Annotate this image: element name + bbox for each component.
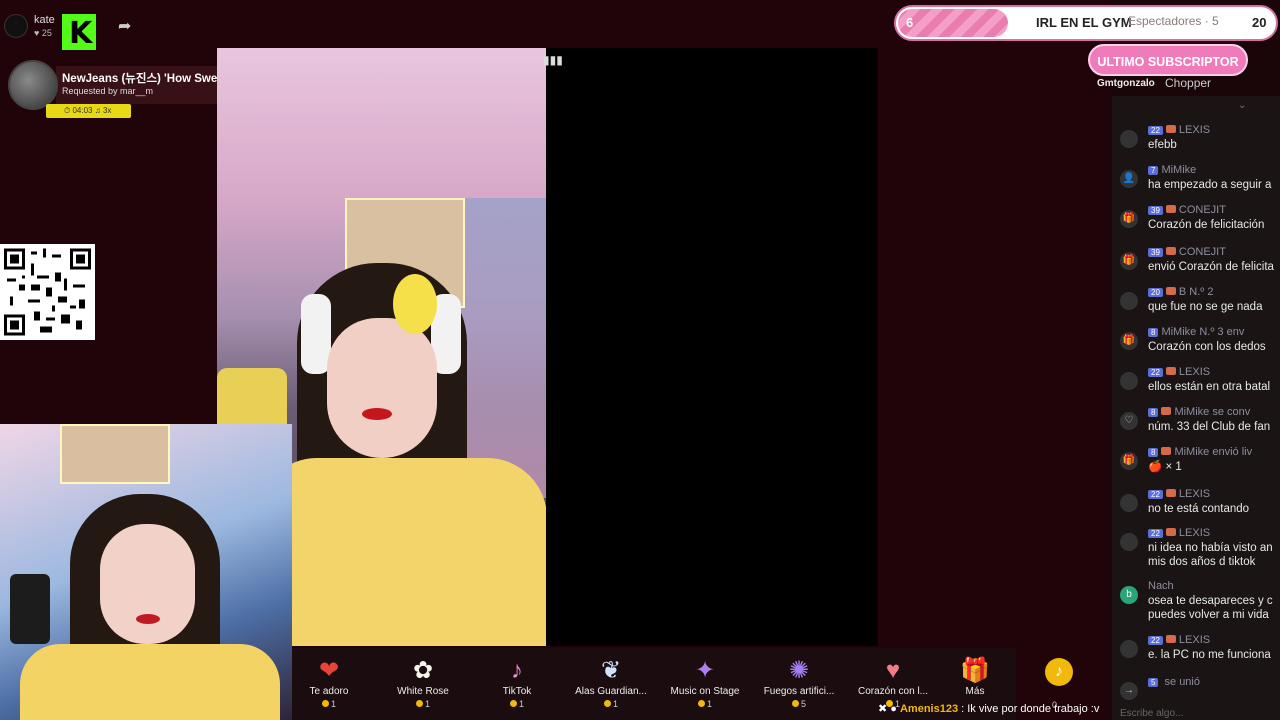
goal-progress-fill — [898, 9, 1008, 37]
chat-input[interactable]: Escribe algo... — [1120, 708, 1183, 719]
streamer-avatar[interactable] — [4, 14, 28, 38]
user-avatar[interactable] — [1120, 292, 1138, 310]
gift-alas-guardian[interactable]: ❦ Alas Guardian... 1 — [564, 656, 658, 720]
song-requester: Requested by mar__m — [62, 86, 154, 96]
gift-music-on-stage[interactable]: ✦ Music on Stage 1 — [658, 656, 752, 720]
gift-icon: 🎁 — [1120, 332, 1138, 350]
chevron-down-icon[interactable]: ⌄ — [1238, 100, 1246, 111]
gift-icon: ❦ — [600, 657, 622, 684]
fan-club-icon: ♡ — [1120, 412, 1138, 430]
goal-current: 6 — [906, 15, 914, 30]
streamer-chip[interactable]: kate ♥ 25 — [4, 12, 64, 40]
goal-bar: 6 IRL EN EL GYM 20 — [894, 5, 1278, 41]
last-subscriber-name-2: Chopper — [1165, 76, 1212, 90]
spectators-label[interactable]: Espectadores · 5 — [1128, 14, 1219, 28]
audio-bars-icon[interactable]: ▮▮▮ — [543, 53, 563, 67]
gift-icon: ✺ — [788, 657, 810, 684]
gift-icon: ♪ — [511, 657, 523, 684]
gift-icon: 🎁 — [1120, 210, 1138, 228]
user-avatar[interactable]: b — [1120, 586, 1138, 604]
follow-icon: 👤 — [1120, 170, 1138, 188]
pip-camera-feed — [0, 424, 292, 720]
share-icon[interactable]: ➦ — [118, 16, 131, 36]
streamer-likes: ♥ 25 — [34, 28, 52, 38]
last-subscriber-badge: ULTIMO SUBSCRIPTOR — [1088, 44, 1248, 76]
kick-logo: K — [62, 14, 96, 51]
user-avatar[interactable] — [1120, 494, 1138, 512]
user-avatar[interactable] — [1120, 640, 1138, 658]
last-subscriber-name: Gmtgonzalo — [1097, 78, 1155, 89]
gift-icon: ✿ — [412, 657, 434, 684]
goal-title: IRL EN EL GYM — [1036, 15, 1132, 30]
gift-te-adoro[interactable]: ❤ Te adoro 1 — [282, 656, 376, 720]
gift-icon: 🎁 — [1120, 452, 1138, 470]
gift-icon: ✦ — [694, 657, 716, 684]
user-avatar[interactable] — [1120, 130, 1138, 148]
user-avatar[interactable] — [1120, 533, 1138, 551]
user-avatar[interactable] — [1120, 372, 1138, 390]
goal-target: 20 — [1252, 15, 1267, 30]
gift-box-icon: 🎁 — [960, 657, 990, 684]
join-icon: → — [1120, 682, 1138, 700]
gift-white-rose[interactable]: ✿ White Rose 1 — [376, 656, 470, 720]
qr-code — [0, 244, 95, 340]
coin-icon[interactable]: ♪ — [1045, 658, 1073, 686]
gift-tiktok[interactable]: ♪ TikTok 1 — [470, 656, 564, 720]
chat-panel: 22 LEXIS efebb 👤 7 MiMike ha empezado a segui… — [1112, 96, 1280, 720]
gift-icon: 🎁 — [1120, 252, 1138, 270]
chat-ticker: ✖ ● Amenis123 : Ik vive por donde trabaj… — [878, 703, 1100, 715]
gift-icon: ♥ — [885, 657, 901, 684]
album-art — [8, 60, 58, 110]
video-black-area — [546, 48, 878, 646]
gift-fuegos-artificiales[interactable]: ✺ Fuegos artifici... 5 — [752, 656, 846, 720]
song-meta-pill: ⏱ 04:03 ♫ 3x — [46, 104, 131, 118]
streamer-name: kate — [34, 14, 55, 26]
gift-icon: ❤ — [318, 657, 340, 684]
